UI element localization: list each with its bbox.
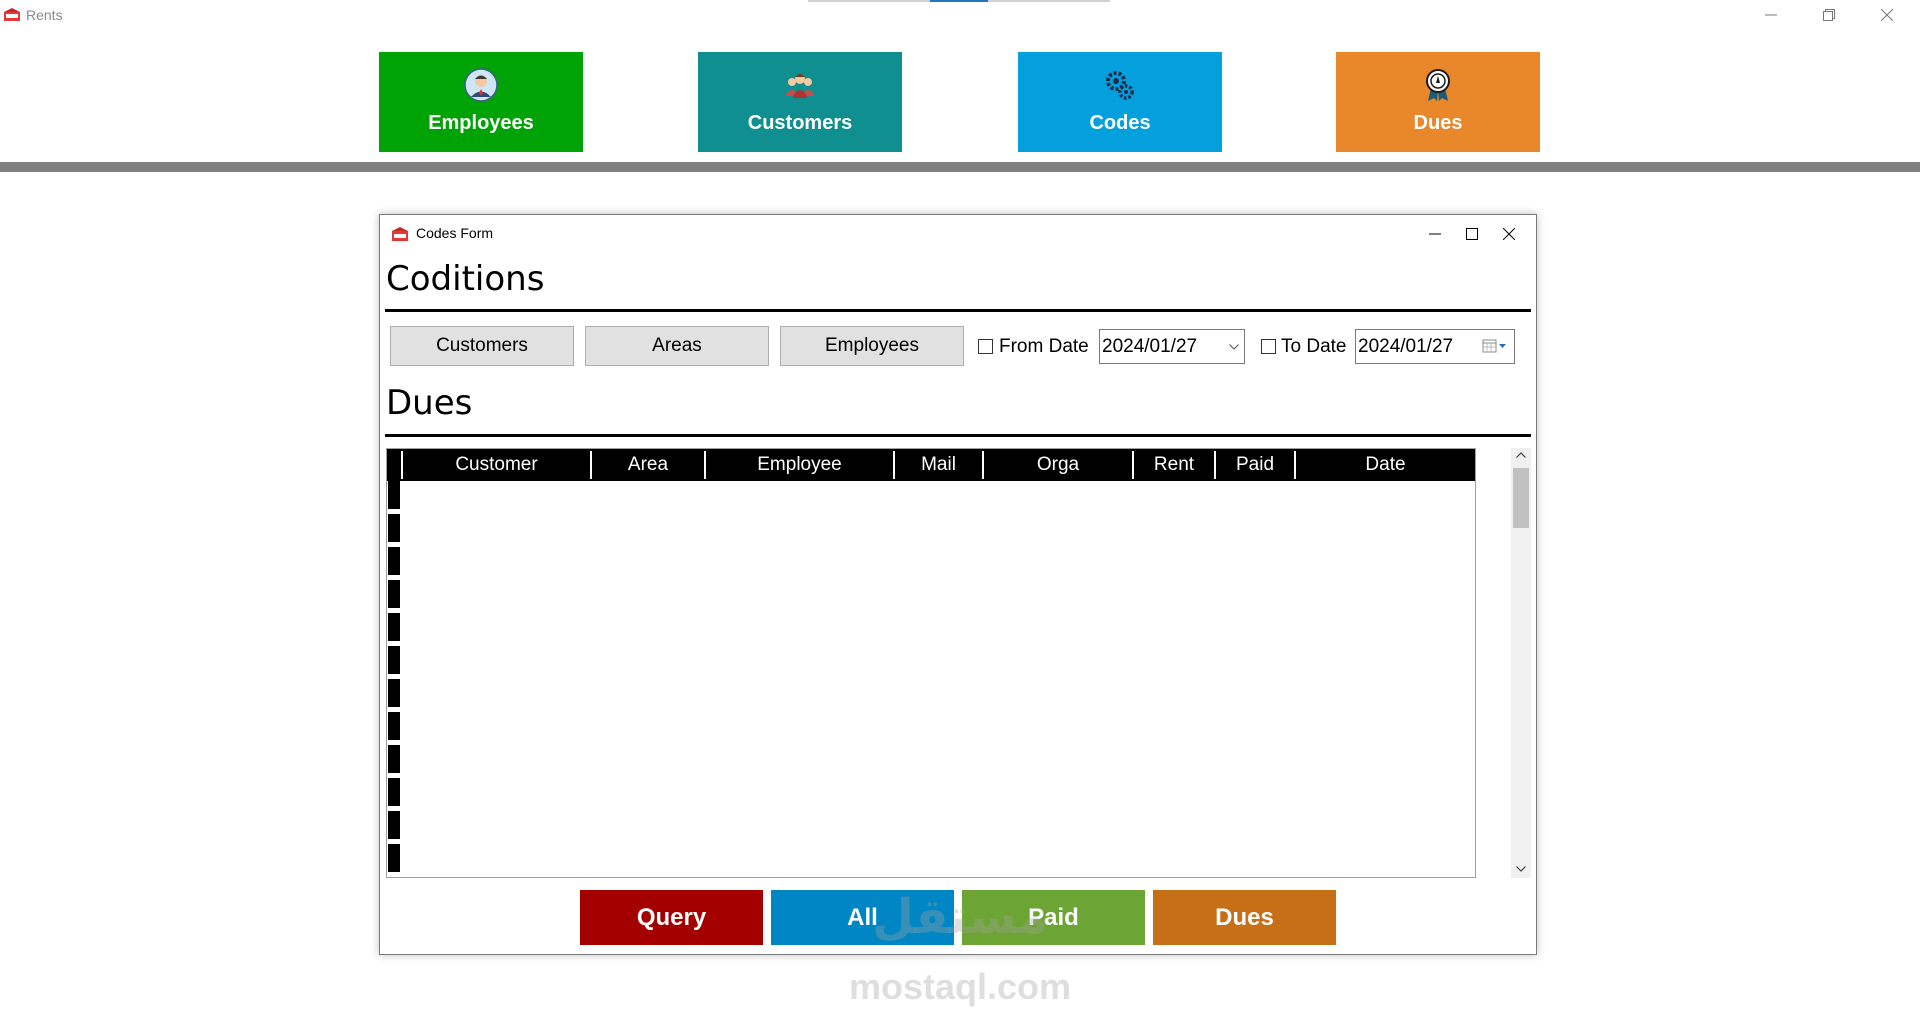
grid-vertical-scrollbar[interactable]	[1511, 448, 1531, 878]
row-header[interactable]	[388, 679, 400, 709]
to-date-picker[interactable]: 2024/01/27	[1355, 329, 1515, 364]
from-date-label: From Date	[999, 336, 1089, 357]
mostaql-watermark-logo: مستقل	[872, 889, 1048, 943]
nav-tile-employees[interactable]: Employees	[379, 52, 583, 152]
minimize-icon	[1765, 14, 1777, 16]
minimize-button[interactable]	[1748, 0, 1794, 30]
dues-button[interactable]: Dues	[1153, 890, 1336, 945]
dues-heading: Dues	[386, 383, 473, 423]
form-title: Codes Form	[416, 225, 494, 241]
grid-header: Customer Area Employee Mail Orga Rent Pa…	[387, 449, 1475, 481]
nav-tile-customers[interactable]: Customers	[698, 52, 902, 152]
from-date-picker[interactable]: 2024/01/27	[1099, 329, 1245, 364]
codes-form-window: Codes Form Coditions Customers Areas Emp…	[379, 214, 1537, 955]
close-icon	[1881, 9, 1893, 21]
mostaql-watermark-text: mostaql.com	[848, 966, 1072, 1007]
column-header-customer[interactable]: Customer	[401, 451, 590, 479]
row-header[interactable]	[388, 514, 400, 544]
column-header-mail[interactable]: Mail	[893, 451, 982, 479]
chevron-down-icon[interactable]	[1229, 344, 1239, 350]
dues-grid[interactable]: Customer Area Employee Mail Orga Rent Pa…	[386, 448, 1476, 878]
column-header-paid[interactable]: Paid	[1214, 451, 1294, 479]
column-header-orga[interactable]: Orga	[982, 451, 1132, 479]
filter-areas-button[interactable]: Areas	[585, 326, 769, 366]
nav-tile-label: Codes	[1089, 112, 1151, 134]
window-title: Rents	[26, 7, 63, 23]
to-date-label: To Date	[1281, 336, 1347, 357]
restore-button[interactable]	[1806, 0, 1852, 30]
nav-tile-label: Customers	[747, 112, 853, 134]
column-header-rent[interactable]: Rent	[1132, 451, 1214, 479]
nav-tile-label: Employees	[428, 112, 534, 134]
conditions-heading: Coditions	[386, 259, 545, 299]
app-icon	[4, 8, 20, 21]
row-header[interactable]	[388, 481, 400, 511]
tab-strip-active	[930, 0, 988, 2]
row-header[interactable]	[388, 811, 400, 841]
row-header[interactable]	[388, 778, 400, 808]
maximize-icon	[1466, 228, 1478, 240]
column-header-date[interactable]: Date	[1294, 451, 1475, 479]
row-header[interactable]	[388, 712, 400, 742]
column-header-employee[interactable]: Employee	[704, 451, 893, 479]
filter-customers-button[interactable]: Customers	[390, 326, 574, 366]
conditions-rule	[385, 309, 1531, 312]
nav-tile-label: Dues	[1413, 112, 1463, 134]
employee-icon	[464, 68, 498, 102]
minimize-icon	[1429, 233, 1441, 235]
row-header[interactable]	[388, 613, 400, 643]
to-date-checkbox[interactable]	[1261, 339, 1276, 354]
dues-rule	[385, 434, 1531, 437]
row-header[interactable]	[388, 745, 400, 775]
close-button[interactable]	[1864, 0, 1910, 30]
filter-employees-button[interactable]: Employees	[780, 326, 964, 366]
award-icon	[1426, 69, 1450, 101]
close-icon	[1503, 228, 1515, 240]
row-header[interactable]	[388, 580, 400, 610]
from-date-checkbox[interactable]	[978, 339, 993, 354]
scroll-up-icon[interactable]	[1516, 452, 1526, 458]
nav-tile-codes[interactable]: Codes	[1018, 52, 1222, 152]
row-header[interactable]	[388, 547, 400, 577]
scroll-down-icon[interactable]	[1516, 866, 1526, 872]
header-divider	[0, 162, 1920, 172]
calendar-icon[interactable]	[1482, 339, 1508, 353]
form-close-button[interactable]	[1486, 219, 1532, 249]
restore-icon	[1823, 9, 1835, 21]
customers-icon	[785, 74, 815, 98]
form-app-icon	[392, 227, 408, 241]
row-header[interactable]	[388, 646, 400, 676]
nav-tile-dues[interactable]: Dues	[1336, 52, 1540, 152]
gears-icon	[1106, 71, 1134, 100]
title-bar: Rents	[0, 0, 1920, 30]
to-date-value: 2024/01/27	[1358, 336, 1454, 357]
query-button[interactable]: Query	[580, 890, 763, 945]
scrollbar-thumb[interactable]	[1513, 468, 1529, 528]
column-header-area[interactable]: Area	[590, 451, 704, 479]
svg-text:مستقل: مستقل	[872, 889, 1048, 943]
from-date-value: 2024/01/27	[1102, 336, 1198, 357]
row-header[interactable]	[388, 844, 400, 874]
